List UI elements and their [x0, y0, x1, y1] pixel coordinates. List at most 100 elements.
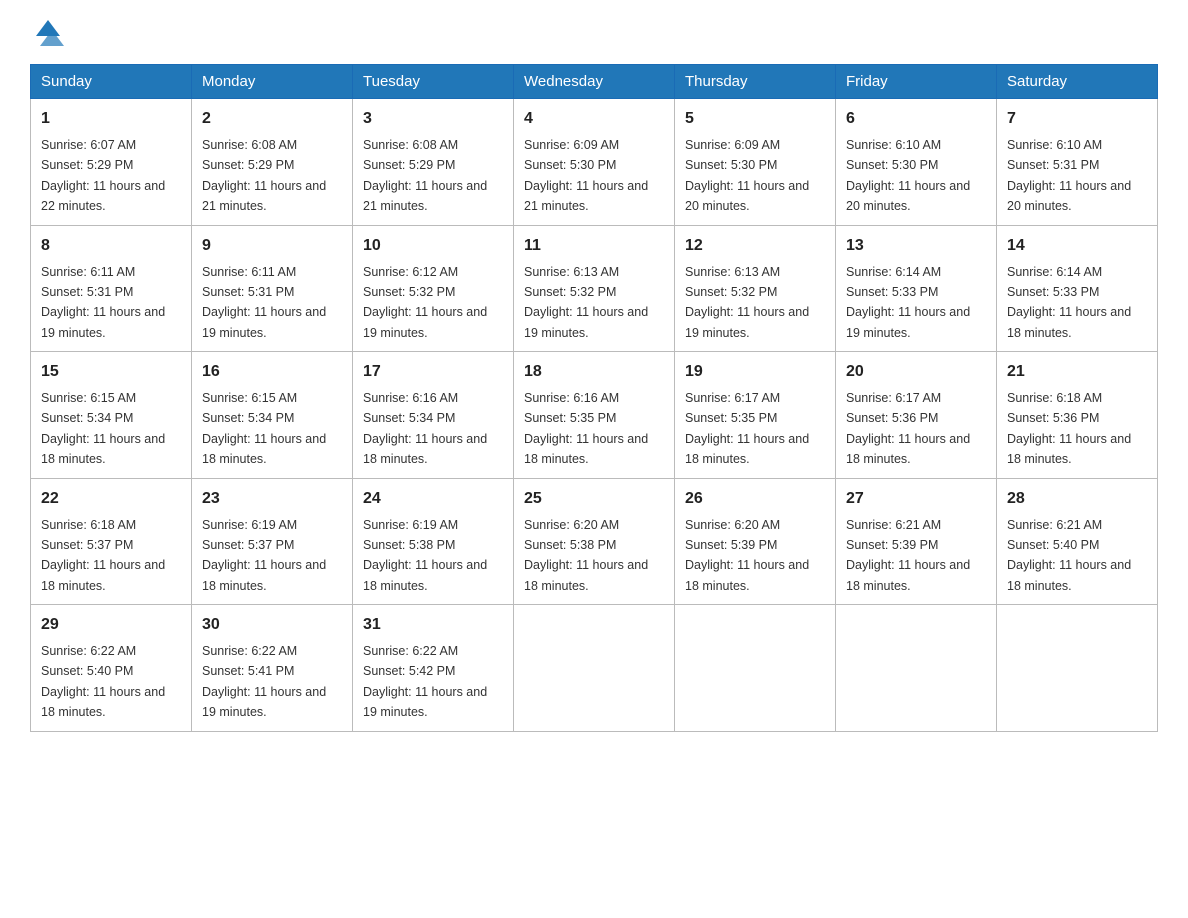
calendar-cell: 19 Sunrise: 6:17 AMSunset: 5:35 PMDayligh…	[675, 352, 836, 479]
day-info: Sunrise: 6:08 AMSunset: 5:29 PMDaylight:…	[202, 138, 326, 213]
day-info: Sunrise: 6:19 AMSunset: 5:37 PMDaylight:…	[202, 518, 326, 593]
calendar-cell: 8 Sunrise: 6:11 AMSunset: 5:31 PMDaylight…	[31, 225, 192, 352]
day-info: Sunrise: 6:16 AMSunset: 5:34 PMDaylight:…	[363, 391, 487, 466]
day-number: 31	[363, 613, 503, 637]
day-info: Sunrise: 6:15 AMSunset: 5:34 PMDaylight:…	[41, 391, 165, 466]
header-saturday: Saturday	[997, 65, 1158, 99]
calendar-cell: 14 Sunrise: 6:14 AMSunset: 5:33 PMDayligh…	[997, 225, 1158, 352]
day-number: 28	[1007, 487, 1147, 511]
day-info: Sunrise: 6:11 AMSunset: 5:31 PMDaylight:…	[202, 265, 326, 340]
day-number: 8	[41, 234, 181, 258]
header-tuesday: Tuesday	[353, 65, 514, 99]
day-info: Sunrise: 6:14 AMSunset: 5:33 PMDaylight:…	[846, 265, 970, 340]
day-number: 5	[685, 107, 825, 131]
calendar-cell: 29 Sunrise: 6:22 AMSunset: 5:40 PMDayligh…	[31, 605, 192, 732]
header-monday: Monday	[192, 65, 353, 99]
calendar-cell: 10 Sunrise: 6:12 AMSunset: 5:32 PMDayligh…	[353, 225, 514, 352]
day-number: 23	[202, 487, 342, 511]
day-number: 1	[41, 107, 181, 131]
calendar-cell: 25 Sunrise: 6:20 AMSunset: 5:38 PMDayligh…	[514, 478, 675, 605]
day-number: 20	[846, 360, 986, 384]
calendar-cell: 17 Sunrise: 6:16 AMSunset: 5:34 PMDayligh…	[353, 352, 514, 479]
calendar-week-1: 1 Sunrise: 6:07 AMSunset: 5:29 PMDaylight…	[31, 99, 1158, 226]
calendar-cell: 12 Sunrise: 6:13 AMSunset: 5:32 PMDayligh…	[675, 225, 836, 352]
calendar-cell	[514, 605, 675, 732]
calendar-cell: 1 Sunrise: 6:07 AMSunset: 5:29 PMDaylight…	[31, 99, 192, 226]
day-info: Sunrise: 6:13 AMSunset: 5:32 PMDaylight:…	[685, 265, 809, 340]
day-number: 24	[363, 487, 503, 511]
calendar-cell: 9 Sunrise: 6:11 AMSunset: 5:31 PMDaylight…	[192, 225, 353, 352]
day-number: 13	[846, 234, 986, 258]
day-number: 12	[685, 234, 825, 258]
day-info: Sunrise: 6:09 AMSunset: 5:30 PMDaylight:…	[524, 138, 648, 213]
calendar-cell: 21Sunrise: 6:18 AMSunset: 5:36 PMDayligh…	[997, 352, 1158, 479]
calendar-cell: 13 Sunrise: 6:14 AMSunset: 5:33 PMDayligh…	[836, 225, 997, 352]
calendar-week-4: 22 Sunrise: 6:18 AMSunset: 5:37 PMDayligh…	[31, 478, 1158, 605]
day-number: 17	[363, 360, 503, 384]
day-info: Sunrise: 6:20 AMSunset: 5:38 PMDaylight:…	[524, 518, 648, 593]
day-number: 7	[1007, 107, 1147, 131]
day-info: Sunrise: 6:16 AMSunset: 5:35 PMDaylight:…	[524, 391, 648, 466]
day-number: 4	[524, 107, 664, 131]
day-info: Sunrise: 6:18 AMSunset: 5:37 PMDaylight:…	[41, 518, 165, 593]
day-info: Sunrise: 6:08 AMSunset: 5:29 PMDaylight:…	[363, 138, 487, 213]
calendar-cell: 30Sunrise: 6:22 AMSunset: 5:41 PMDayligh…	[192, 605, 353, 732]
day-number: 10	[363, 234, 503, 258]
day-info: Sunrise: 6:07 AMSunset: 5:29 PMDaylight:…	[41, 138, 165, 213]
day-number: 22	[41, 487, 181, 511]
day-number: 18	[524, 360, 664, 384]
day-info: Sunrise: 6:17 AMSunset: 5:36 PMDaylight:…	[846, 391, 970, 466]
calendar-header-row: SundayMondayTuesdayWednesdayThursdayFrid…	[31, 65, 1158, 99]
calendar-week-3: 15 Sunrise: 6:15 AMSunset: 5:34 PMDayligh…	[31, 352, 1158, 479]
calendar-cell: 18 Sunrise: 6:16 AMSunset: 5:35 PMDayligh…	[514, 352, 675, 479]
header-sunday: Sunday	[31, 65, 192, 99]
calendar-cell: 31 Sunrise: 6:22 AMSunset: 5:42 PMDayligh…	[353, 605, 514, 732]
header-friday: Friday	[836, 65, 997, 99]
calendar-cell	[997, 605, 1158, 732]
day-number: 9	[202, 234, 342, 258]
day-info: Sunrise: 6:22 AMSunset: 5:42 PMDaylight:…	[363, 644, 487, 719]
day-number: 30	[202, 613, 342, 637]
calendar-cell	[836, 605, 997, 732]
day-number: 19	[685, 360, 825, 384]
day-info: Sunrise: 6:18 AMSunset: 5:36 PMDaylight:…	[1007, 391, 1131, 466]
day-info: Sunrise: 6:13 AMSunset: 5:32 PMDaylight:…	[524, 265, 648, 340]
day-number: 29	[41, 613, 181, 637]
day-number: 2	[202, 107, 342, 131]
header-wednesday: Wednesday	[514, 65, 675, 99]
day-info: Sunrise: 6:10 AMSunset: 5:30 PMDaylight:…	[846, 138, 970, 213]
header-thursday: Thursday	[675, 65, 836, 99]
calendar-cell: 23 Sunrise: 6:19 AMSunset: 5:37 PMDayligh…	[192, 478, 353, 605]
logo-icon	[32, 16, 64, 48]
day-number: 25	[524, 487, 664, 511]
day-info: Sunrise: 6:17 AMSunset: 5:35 PMDaylight:…	[685, 391, 809, 466]
day-info: Sunrise: 6:22 AMSunset: 5:40 PMDaylight:…	[41, 644, 165, 719]
day-number: 16	[202, 360, 342, 384]
calendar-week-2: 8 Sunrise: 6:11 AMSunset: 5:31 PMDaylight…	[31, 225, 1158, 352]
calendar-table: SundayMondayTuesdayWednesdayThursdayFrid…	[30, 64, 1158, 732]
calendar-cell: 2 Sunrise: 6:08 AMSunset: 5:29 PMDaylight…	[192, 99, 353, 226]
day-info: Sunrise: 6:14 AMSunset: 5:33 PMDaylight:…	[1007, 265, 1131, 340]
calendar-cell: 4 Sunrise: 6:09 AMSunset: 5:30 PMDaylight…	[514, 99, 675, 226]
calendar-cell: 27 Sunrise: 6:21 AMSunset: 5:39 PMDayligh…	[836, 478, 997, 605]
calendar-cell: 11 Sunrise: 6:13 AMSunset: 5:32 PMDayligh…	[514, 225, 675, 352]
calendar-cell: 22 Sunrise: 6:18 AMSunset: 5:37 PMDayligh…	[31, 478, 192, 605]
calendar-cell: 16 Sunrise: 6:15 AMSunset: 5:34 PMDayligh…	[192, 352, 353, 479]
day-number: 26	[685, 487, 825, 511]
calendar-cell: 6 Sunrise: 6:10 AMSunset: 5:30 PMDaylight…	[836, 99, 997, 226]
day-number: 6	[846, 107, 986, 131]
calendar-cell: 3Sunrise: 6:08 AMSunset: 5:29 PMDaylight…	[353, 99, 514, 226]
day-info: Sunrise: 6:12 AMSunset: 5:32 PMDaylight:…	[363, 265, 487, 340]
day-number: 27	[846, 487, 986, 511]
calendar-cell: 15 Sunrise: 6:15 AMSunset: 5:34 PMDayligh…	[31, 352, 192, 479]
day-info: Sunrise: 6:15 AMSunset: 5:34 PMDaylight:…	[202, 391, 326, 466]
day-number: 11	[524, 234, 664, 258]
day-number: 15	[41, 360, 181, 384]
day-info: Sunrise: 6:11 AMSunset: 5:31 PMDaylight:…	[41, 265, 165, 340]
calendar-cell: 20 Sunrise: 6:17 AMSunset: 5:36 PMDayligh…	[836, 352, 997, 479]
day-info: Sunrise: 6:21 AMSunset: 5:39 PMDaylight:…	[846, 518, 970, 593]
page-header	[30, 20, 1158, 44]
logo	[30, 20, 64, 44]
calendar-cell	[675, 605, 836, 732]
day-number: 14	[1007, 234, 1147, 258]
